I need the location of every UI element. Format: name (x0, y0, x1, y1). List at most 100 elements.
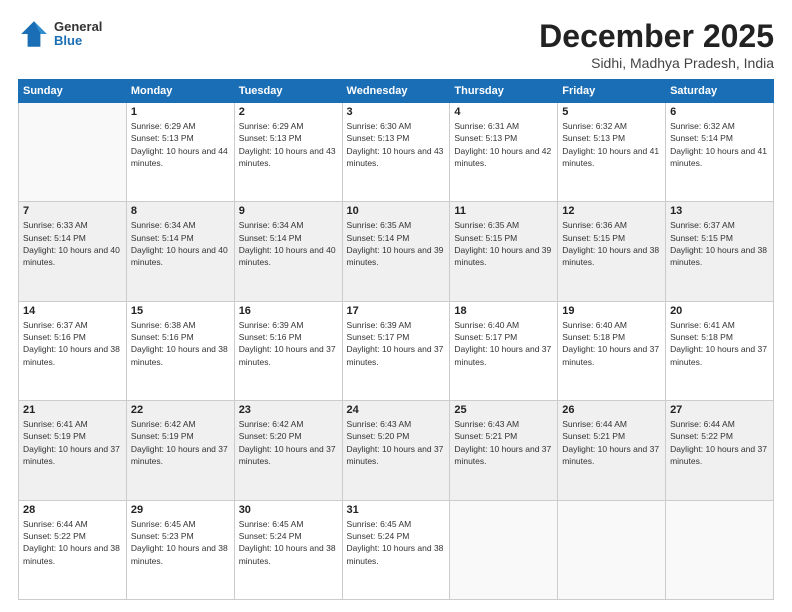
col-header-monday: Monday (126, 80, 234, 103)
day-number: 20 (670, 305, 769, 317)
calendar-cell: 24 Sunrise: 6:43 AMSunset: 5:20 PMDayligh… (342, 401, 450, 500)
week-row-5: 28Sunrise: 6:44 AMSunset: 5:22 PMDayligh… (19, 500, 774, 599)
calendar-cell: 23Sunrise: 6:42 AMSunset: 5:20 PMDayligh… (234, 401, 342, 500)
day-number: 9 (239, 205, 338, 217)
calendar-cell (666, 500, 774, 599)
day-number: 11 (454, 205, 553, 217)
day-number: 19 (562, 305, 661, 317)
day-info: Sunrise: 6:34 AMSunset: 5:14 PMDaylight:… (131, 219, 230, 268)
day-number: 12 (562, 205, 661, 217)
calendar-cell: 10 Sunrise: 6:35 AMSunset: 5:14 PMDayligh… (342, 202, 450, 301)
day-info: Sunrise: 6:41 AMSunset: 5:18 PMDaylight:… (670, 319, 769, 368)
day-info: Sunrise: 6:45 AMSunset: 5:24 PMDaylight:… (239, 518, 338, 567)
day-number: 30 (239, 504, 338, 516)
day-info: Sunrise: 6:42 AMSunset: 5:20 PMDaylight:… (239, 418, 338, 467)
day-number: 29 (131, 504, 230, 516)
col-header-friday: Friday (558, 80, 666, 103)
day-number: 13 (670, 205, 769, 217)
calendar-cell: 31Sunrise: 6:45 AMSunset: 5:24 PMDayligh… (342, 500, 450, 599)
page: General Blue December 2025 Sidhi, Madhya… (0, 0, 792, 612)
calendar-cell: 27 Sunrise: 6:44 AMSunset: 5:22 PMDayligh… (666, 401, 774, 500)
day-info: Sunrise: 6:45 AMSunset: 5:23 PMDaylight:… (131, 518, 230, 567)
calendar-cell: 17Sunrise: 6:39 AMSunset: 5:17 PMDayligh… (342, 301, 450, 400)
calendar-cell: 3 Sunrise: 6:30 AMSunset: 5:13 PMDaylight… (342, 103, 450, 202)
day-info: Sunrise: 6:45 AMSunset: 5:24 PMDaylight:… (347, 518, 446, 567)
day-info: Sunrise: 6:36 AMSunset: 5:15 PMDaylight:… (562, 219, 661, 268)
col-header-saturday: Saturday (666, 80, 774, 103)
calendar-cell: 7 Sunrise: 6:33 AMSunset: 5:14 PMDaylight… (19, 202, 127, 301)
calendar-cell: 22Sunrise: 6:42 AMSunset: 5:19 PMDayligh… (126, 401, 234, 500)
calendar-cell: 29 Sunrise: 6:45 AMSunset: 5:23 PMDayligh… (126, 500, 234, 599)
day-info: Sunrise: 6:33 AMSunset: 5:14 PMDaylight:… (23, 219, 122, 268)
location: Sidhi, Madhya Pradesh, India (539, 55, 774, 71)
calendar-cell: 12 Sunrise: 6:36 AMSunset: 5:15 PMDayligh… (558, 202, 666, 301)
col-header-wednesday: Wednesday (342, 80, 450, 103)
calendar-cell (19, 103, 127, 202)
calendar-cell: 19 Sunrise: 6:40 AMSunset: 5:18 PMDayligh… (558, 301, 666, 400)
month-title: December 2025 (539, 18, 774, 55)
day-info: Sunrise: 6:30 AMSunset: 5:13 PMDaylight:… (347, 120, 446, 169)
day-number: 24 (347, 404, 446, 416)
calendar-cell: 28Sunrise: 6:44 AMSunset: 5:22 PMDayligh… (19, 500, 127, 599)
calendar-cell (558, 500, 666, 599)
week-row-2: 7 Sunrise: 6:33 AMSunset: 5:14 PMDaylight… (19, 202, 774, 301)
day-info: Sunrise: 6:40 AMSunset: 5:18 PMDaylight:… (562, 319, 661, 368)
day-info: Sunrise: 6:41 AMSunset: 5:19 PMDaylight:… (23, 418, 122, 467)
day-info: Sunrise: 6:37 AMSunset: 5:16 PMDaylight:… (23, 319, 122, 368)
day-info: Sunrise: 6:35 AMSunset: 5:15 PMDaylight:… (454, 219, 553, 268)
logo-icon (18, 18, 50, 50)
logo-text: General Blue (54, 20, 102, 49)
day-number: 16 (239, 305, 338, 317)
day-info: Sunrise: 6:29 AMSunset: 5:13 PMDaylight:… (131, 120, 230, 169)
day-number: 1 (131, 106, 230, 118)
calendar-cell: 18 Sunrise: 6:40 AMSunset: 5:17 PMDayligh… (450, 301, 558, 400)
day-number: 3 (347, 106, 446, 118)
calendar-cell: 6 Sunrise: 6:32 AMSunset: 5:14 PMDaylight… (666, 103, 774, 202)
day-info: Sunrise: 6:40 AMSunset: 5:17 PMDaylight:… (454, 319, 553, 368)
day-info: Sunrise: 6:43 AMSunset: 5:20 PMDaylight:… (347, 418, 446, 467)
calendar-cell: 14 Sunrise: 6:37 AMSunset: 5:16 PMDayligh… (19, 301, 127, 400)
col-header-sunday: Sunday (19, 80, 127, 103)
day-info: Sunrise: 6:32 AMSunset: 5:14 PMDaylight:… (670, 120, 769, 169)
day-number: 5 (562, 106, 661, 118)
day-info: Sunrise: 6:42 AMSunset: 5:19 PMDaylight:… (131, 418, 230, 467)
day-number: 15 (131, 305, 230, 317)
calendar-cell: 1 Sunrise: 6:29 AMSunset: 5:13 PMDaylight… (126, 103, 234, 202)
day-info: Sunrise: 6:39 AMSunset: 5:17 PMDaylight:… (347, 319, 446, 368)
calendar-cell: 26 Sunrise: 6:44 AMSunset: 5:21 PMDayligh… (558, 401, 666, 500)
calendar-cell: 21Sunrise: 6:41 AMSunset: 5:19 PMDayligh… (19, 401, 127, 500)
title-block: December 2025 Sidhi, Madhya Pradesh, Ind… (539, 18, 774, 71)
day-number: 26 (562, 404, 661, 416)
calendar-cell: 5 Sunrise: 6:32 AMSunset: 5:13 PMDaylight… (558, 103, 666, 202)
week-row-3: 14 Sunrise: 6:37 AMSunset: 5:16 PMDayligh… (19, 301, 774, 400)
calendar-cell: 30 Sunrise: 6:45 AMSunset: 5:24 PMDayligh… (234, 500, 342, 599)
calendar-cell: 16 Sunrise: 6:39 AMSunset: 5:16 PMDayligh… (234, 301, 342, 400)
day-number: 8 (131, 205, 230, 217)
day-number: 10 (347, 205, 446, 217)
day-number: 27 (670, 404, 769, 416)
logo: General Blue (18, 18, 102, 50)
week-row-1: 1 Sunrise: 6:29 AMSunset: 5:13 PMDaylight… (19, 103, 774, 202)
day-number: 28 (23, 504, 122, 516)
day-number: 18 (454, 305, 553, 317)
col-header-tuesday: Tuesday (234, 80, 342, 103)
day-info: Sunrise: 6:44 AMSunset: 5:22 PMDaylight:… (670, 418, 769, 467)
day-number: 6 (670, 106, 769, 118)
day-info: Sunrise: 6:44 AMSunset: 5:21 PMDaylight:… (562, 418, 661, 467)
day-info: Sunrise: 6:39 AMSunset: 5:16 PMDaylight:… (239, 319, 338, 368)
calendar-header-row: SundayMondayTuesdayWednesdayThursdayFrid… (19, 80, 774, 103)
day-info: Sunrise: 6:35 AMSunset: 5:14 PMDaylight:… (347, 219, 446, 268)
day-info: Sunrise: 6:38 AMSunset: 5:16 PMDaylight:… (131, 319, 230, 368)
day-number: 4 (454, 106, 553, 118)
week-row-4: 21Sunrise: 6:41 AMSunset: 5:19 PMDayligh… (19, 401, 774, 500)
calendar-cell: 13 Sunrise: 6:37 AMSunset: 5:15 PMDayligh… (666, 202, 774, 301)
day-number: 14 (23, 305, 122, 317)
day-number: 7 (23, 205, 122, 217)
day-info: Sunrise: 6:43 AMSunset: 5:21 PMDaylight:… (454, 418, 553, 467)
day-info: Sunrise: 6:32 AMSunset: 5:13 PMDaylight:… (562, 120, 661, 169)
calendar-cell: 15 Sunrise: 6:38 AMSunset: 5:16 PMDayligh… (126, 301, 234, 400)
logo-blue: Blue (54, 34, 102, 48)
day-info: Sunrise: 6:37 AMSunset: 5:15 PMDaylight:… (670, 219, 769, 268)
calendar-cell: 8 Sunrise: 6:34 AMSunset: 5:14 PMDaylight… (126, 202, 234, 301)
header: General Blue December 2025 Sidhi, Madhya… (18, 18, 774, 71)
